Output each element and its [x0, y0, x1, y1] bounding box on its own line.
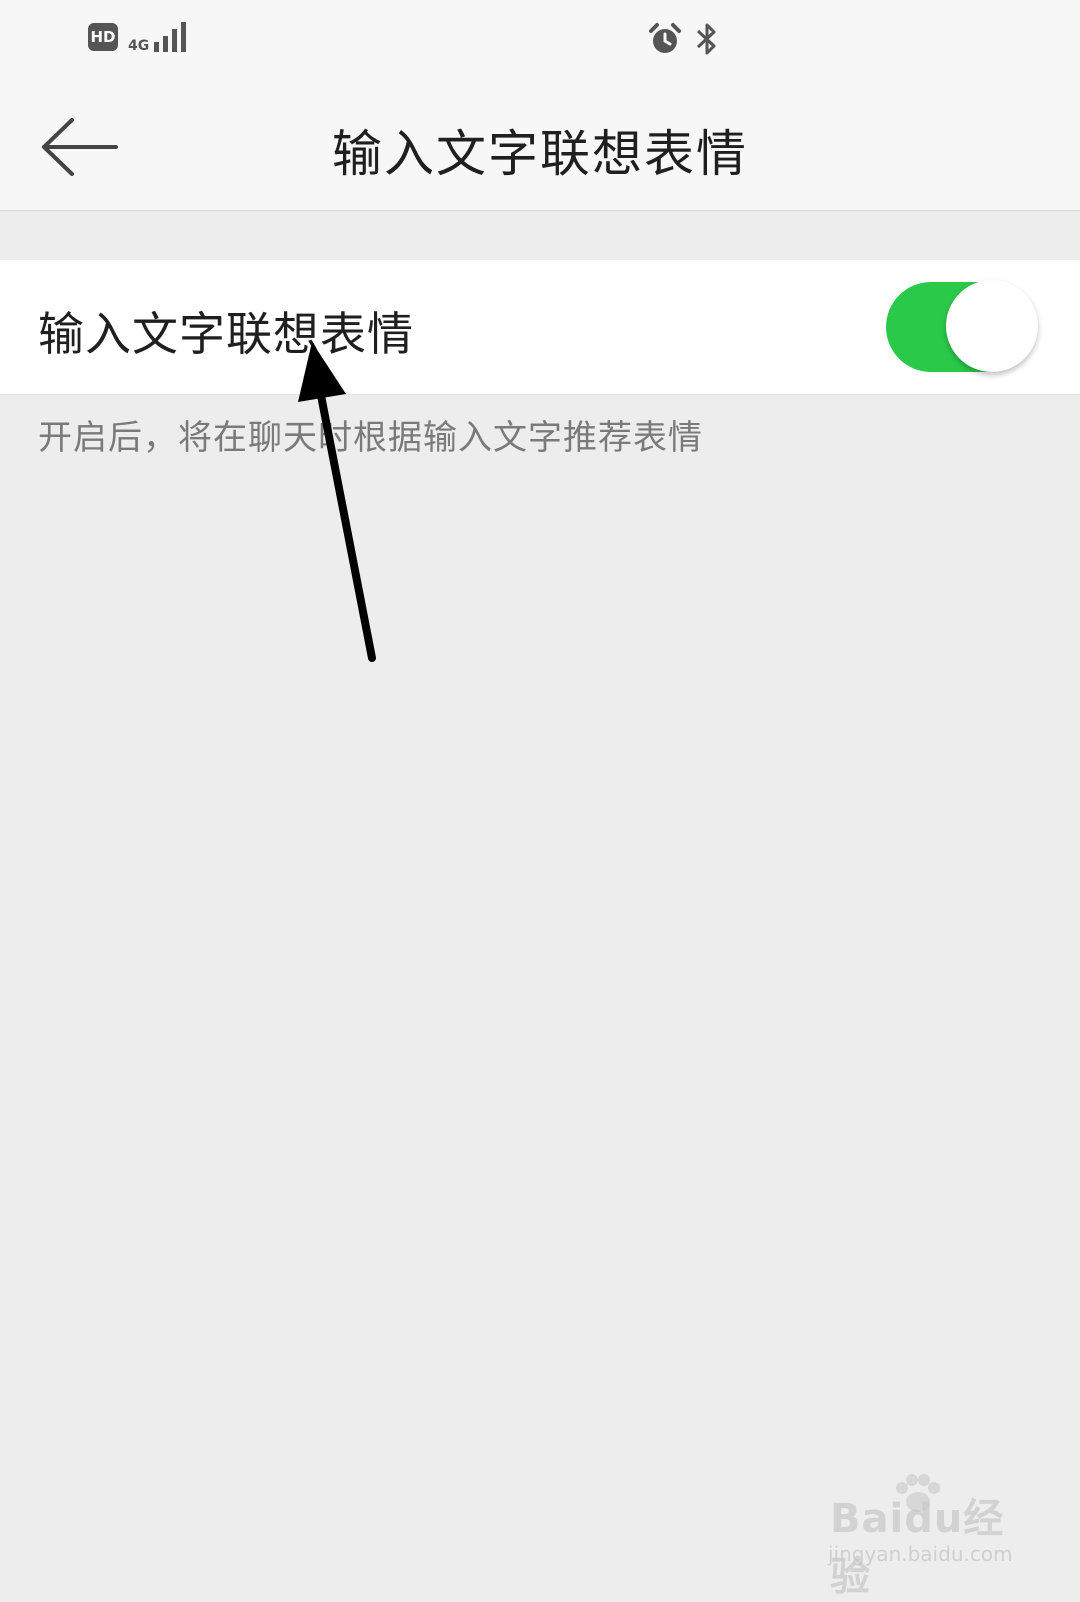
baidu-watermark: Baidu经验 jingyan.baidu.com	[828, 1474, 1028, 1600]
signal-icon: 4G	[128, 22, 188, 54]
emoji-suggestion-toggle[interactable]	[886, 280, 1038, 374]
toggle-knob	[946, 280, 1038, 372]
setting-row-emoji-suggestion[interactable]: 输入文字联想表情	[0, 260, 1080, 395]
status-right-group	[648, 22, 720, 60]
watermark-url: jingyan.baidu.com	[828, 1542, 1013, 1566]
setting-label: 输入文字联想表情	[38, 307, 414, 361]
hd-badge: HD	[88, 23, 118, 51]
alarm-icon	[648, 22, 682, 60]
status-left-group: HD 4G	[88, 22, 188, 54]
annotation-arrow-icon	[298, 342, 376, 662]
app-bar: 输入文字联想表情	[0, 82, 1080, 211]
status-bar: HD 4G	[0, 0, 1080, 82]
setting-description: 开启后，将在聊天时根据输入文字推荐表情	[38, 418, 703, 458]
bluetooth-icon	[694, 22, 720, 60]
network-type: 4G	[128, 38, 150, 54]
page-title: 输入文字联想表情	[332, 125, 748, 183]
